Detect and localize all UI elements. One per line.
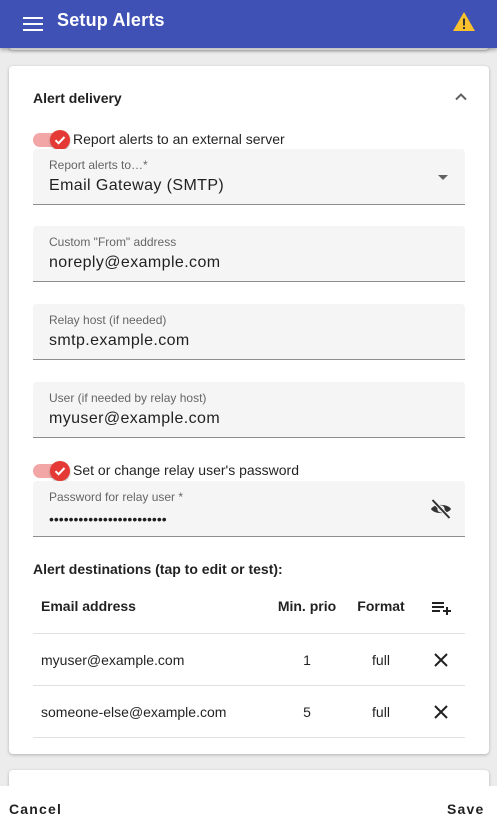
- prio-cell: 5: [303, 704, 311, 720]
- relay-host-label: Relay host (if needed): [49, 313, 167, 327]
- report-alerts-toggle[interactable]: [33, 130, 71, 150]
- set-password-label: Set or change relay user's password: [73, 462, 300, 478]
- column-email-header: Email address: [41, 598, 136, 614]
- check-icon: [54, 136, 66, 145]
- section-title: Alert delivery: [33, 90, 122, 106]
- report-to-value: Email Gateway (SMTP): [49, 177, 225, 194]
- column-prio-header: Min. prio: [277, 598, 337, 614]
- page-title: Setup Alerts: [57, 10, 165, 30]
- email-cell: myuser@example.com: [41, 652, 185, 668]
- close-icon[interactable]: [429, 648, 453, 672]
- format-cell: full: [372, 652, 390, 668]
- destinations-title: Alert destinations (tap to edit or test)…: [33, 561, 283, 577]
- from-address-label: Custom "From" address: [49, 235, 177, 249]
- password-value: ••••••••••••••••••••••••: [49, 511, 167, 527]
- relay-host-value: smtp.example.com: [49, 332, 190, 349]
- playlist-add-icon[interactable]: [429, 596, 453, 620]
- relay-user-label: User (if needed by relay host): [49, 391, 207, 405]
- chevron-up-icon[interactable]: [451, 87, 471, 107]
- relay-user-value: myuser@example.com: [49, 410, 221, 427]
- table-row[interactable]: someone-else@example.com 5 full: [33, 686, 465, 738]
- menu-icon[interactable]: [20, 11, 46, 37]
- check-icon: [54, 467, 66, 476]
- set-password-toggle[interactable]: [33, 461, 71, 481]
- report-to-label: Report alerts to…*: [49, 158, 148, 172]
- column-format-header: Format: [357, 598, 405, 614]
- from-address-field[interactable]: Custom "From" address noreply@example.co…: [33, 226, 465, 282]
- cancel-button[interactable]: Cancel: [9, 801, 62, 817]
- format-cell: full: [372, 704, 390, 720]
- toggle-knob: [50, 461, 70, 481]
- close-icon[interactable]: [429, 700, 453, 724]
- save-button[interactable]: Save: [447, 801, 485, 817]
- relay-user-field[interactable]: User (if needed by relay host) myuser@ex…: [33, 382, 465, 438]
- action-bar: Cancel Save: [0, 786, 497, 833]
- destinations-table: Email address Min. prio Format myuser@ex…: [33, 582, 465, 738]
- warning-icon[interactable]: [452, 10, 476, 34]
- email-cell: someone-else@example.com: [41, 704, 227, 720]
- app-bar: Setup Alerts: [0, 0, 497, 48]
- password-field[interactable]: Password for relay user * ••••••••••••••…: [33, 481, 465, 537]
- table-row[interactable]: myuser@example.com 1 full: [33, 634, 465, 686]
- prio-cell: 1: [303, 652, 311, 668]
- from-address-value: noreply@example.com: [49, 254, 221, 271]
- report-alerts-label: Report alerts to an external server: [73, 131, 285, 147]
- report-to-select[interactable]: Report alerts to…* Email Gateway (SMTP): [33, 149, 465, 205]
- table-header: Email address Min. prio Format: [33, 582, 465, 634]
- visibility-off-icon[interactable]: [429, 497, 453, 521]
- relay-host-field[interactable]: Relay host (if needed) smtp.example.com: [33, 304, 465, 360]
- dropdown-arrow-icon: [435, 169, 451, 185]
- alert-delivery-card: Alert delivery Report alerts to an exter…: [9, 66, 489, 754]
- password-label: Password for relay user *: [49, 490, 184, 504]
- toggle-knob: [50, 130, 70, 150]
